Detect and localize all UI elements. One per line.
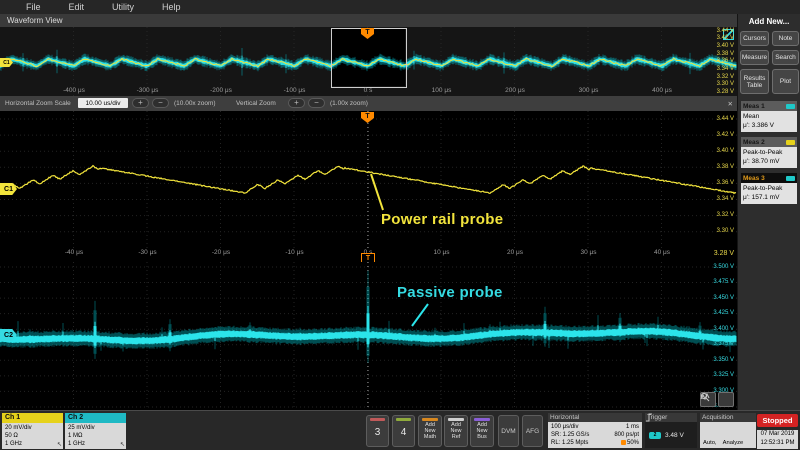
results-bar: Add New... Cursors Note Measure Search R… [737,14,800,410]
ch1-scale: 20 mV/div [5,424,63,432]
measurement-value: μ': 157.1 mV [743,194,795,203]
add-new-bus-button[interactable]: Add New Bus [470,415,494,447]
channel-chip [786,104,795,109]
menu-edit[interactable]: Edit [69,2,85,12]
tab-bar: Waveform View [0,14,737,28]
trigger-level: 3.48 V [665,432,684,439]
zoom-scale-value[interactable]: 10.00 us/div [78,98,128,108]
probe-icon: ↖ [120,441,125,449]
expansion-point-icon [621,440,626,445]
ref-color-stripe [448,418,464,421]
measurement-name: Peak-to-Peak [743,149,795,158]
channel-1-badge[interactable]: Ch 1 20 mV/div 50 Ω 1 GHz ↖ [2,413,63,449]
volt-axis-label: 3.28 V [714,250,734,257]
measurement-badge[interactable]: Meas 1 Mean μ': 3.386 V [741,101,797,132]
horizontal-badge[interactable]: Horizontal 100 μs/div1 ms SR: 1.25 GS/s8… [548,413,642,448]
measurement-name: Peak-to-Peak [743,185,795,194]
horizontal-zoom-scale-label: Horizontal Zoom Scale [5,100,71,107]
cursors-button[interactable]: Cursors [740,31,769,46]
plot-button[interactable]: Plot [772,69,799,94]
waveform-area: Waveform View T C1 -400 μs-300 μs-200 μs… [0,14,737,410]
time-tick-label: 40 μs [632,249,692,256]
add-new-math-button[interactable]: Add New Math [418,415,442,447]
time-tick-label: 20 μs [485,249,545,256]
channel-4-color-stripe [396,418,411,421]
zoom-overlay-icon[interactable] [723,29,734,40]
measurement-value: μ': 3.386 V [743,122,795,131]
acquisition-badge[interactable]: Acquisition Auto, Analyze Sample: 12 bit… [700,413,756,448]
channel-4-button[interactable]: 4 [392,415,415,447]
time-tick-label: -40 μs [44,249,104,256]
menu-help[interactable]: Help [162,2,181,12]
probe-icon: ↖ [57,441,62,449]
passive-probe-panel: C2 Passive probe 3.500 V3.475 V3.450 V3.… [0,262,737,410]
add-new-title: Add New... [738,17,800,26]
h-zoom-in-button[interactable]: + [132,98,149,108]
tab-waveform-view[interactable]: Waveform View [0,14,737,27]
search-button[interactable]: Search [772,50,799,65]
measurement-badge[interactable]: Meas 3 Peak-to-Peak μ': 157.1 mV [741,173,797,204]
ch2-termination: 1 MΩ [68,432,126,440]
time-tick-label: -30 μs [118,249,178,256]
h-zoom-factor-label: (10.00x zoom) [174,100,216,107]
h-zoom-out-button[interactable]: − [152,98,169,108]
channel-3-button[interactable]: 3 [366,415,389,447]
results-table-button[interactable]: Results Table [740,69,769,94]
measurement-value: μ': 38.70 mV [743,158,795,167]
settings-bar: Ch 1 20 mV/div 50 Ω 1 GHz ↖ Ch 2 25 mV/d… [0,410,800,450]
channel-chip [786,176,795,181]
note-button[interactable]: Note [772,31,799,46]
afg-button[interactable]: AFG [522,415,543,447]
ch1-bandwidth: 1 GHz [5,440,63,448]
power-rail-panel: T C1 Power rail probe 3.44 V3.42 V3.40 V… [0,111,737,248]
waveform-tool-button[interactable] [718,392,734,407]
menu-utility[interactable]: Utility [112,2,134,12]
v-zoom-in-button[interactable]: + [288,98,305,108]
trigger-source-chip: 2 [649,432,661,439]
run-stop-status-button[interactable]: Stopped [757,414,798,427]
ch1-termination: 50 Ω [5,432,63,440]
time-tick-label: -20 μs [191,249,251,256]
measurement-name: Mean [743,113,795,122]
trigger-badge[interactable]: Trigger 2 3.48 V [645,413,697,448]
time-tick-label: 30 μs [559,249,619,256]
vertical-zoom-label: Vertical Zoom [236,100,276,107]
channel-3-color-stripe [370,418,385,421]
channel-chip [786,140,795,145]
waveform-icon [700,392,710,402]
overview-panel: T C1 -400 μs-300 μs-200 μs-100 μs0 s100 … [0,27,737,97]
date-time-display: 07 Mar 2019 12:52:31 PM [757,430,798,449]
v-zoom-out-button[interactable]: − [308,98,325,108]
bus-color-stripe [474,418,490,421]
menu-file[interactable]: File [26,2,41,12]
ch2-scale: 25 mV/div [68,424,126,432]
zoom-scale-bar: Horizontal Zoom Scale 10.00 us/div + − (… [0,96,737,112]
power-rail-waveform-display [0,111,737,248]
channel-2-badge[interactable]: Ch 2 25 mV/div 1 MΩ 1 GHz ↖ [65,413,126,449]
add-new-ref-button[interactable]: Add New Ref [444,415,468,447]
time-tick-label: 10 μs [412,249,472,256]
v-zoom-factor-label: (1.00x zoom) [330,100,368,107]
measure-button[interactable]: Measure [740,50,769,65]
math-color-stripe [422,418,438,421]
time-tick-label: -10 μs [265,249,325,256]
ch2-bandwidth: 1 GHz [68,440,126,448]
dvm-button[interactable]: DVM [498,415,519,447]
passive-probe-waveform-display [0,262,737,410]
measurement-badge[interactable]: Meas 2 Peak-to-Peak μ': 38.70 mV [741,137,797,168]
close-icon[interactable]: ✕ [728,100,733,109]
menu-bar: File Edit Utility Help [0,0,800,14]
